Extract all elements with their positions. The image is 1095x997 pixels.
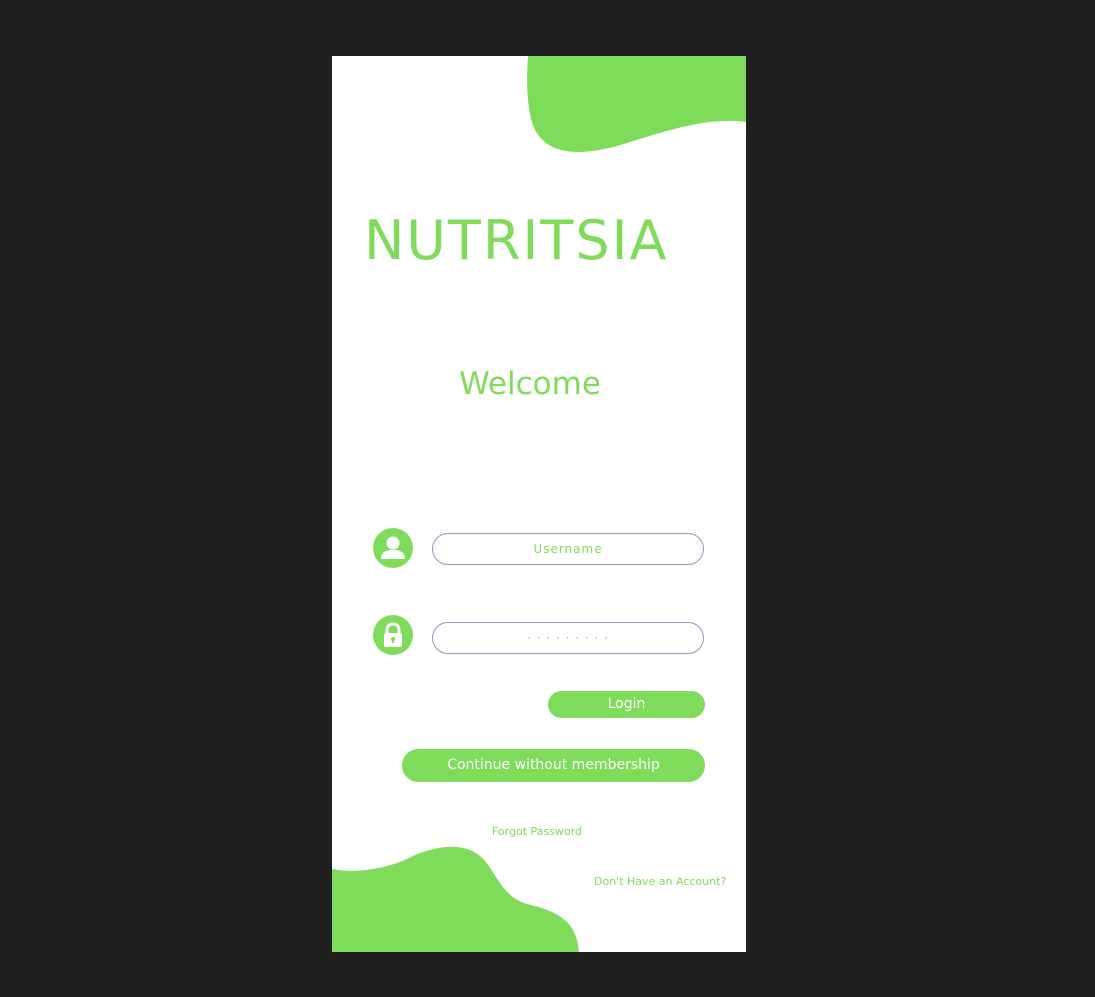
user-icon <box>373 528 413 568</box>
lock-icon <box>373 615 413 655</box>
forgot-password-link[interactable]: Forgot Password <box>492 825 582 838</box>
password-input[interactable] <box>432 622 704 654</box>
top-right-blob-decoration <box>332 56 746 952</box>
welcome-heading: Welcome <box>459 366 601 402</box>
login-button[interactable]: Login <box>548 691 705 718</box>
signup-link[interactable]: Don't Have an Account? <box>594 875 726 888</box>
continue-without-membership-button[interactable]: Continue without membership <box>402 749 705 782</box>
app-logo-text: NUTRITSIA <box>364 209 669 272</box>
username-input[interactable] <box>432 533 704 565</box>
login-screen: NUTRITSIA Welcome Login Continue without… <box>332 56 746 952</box>
